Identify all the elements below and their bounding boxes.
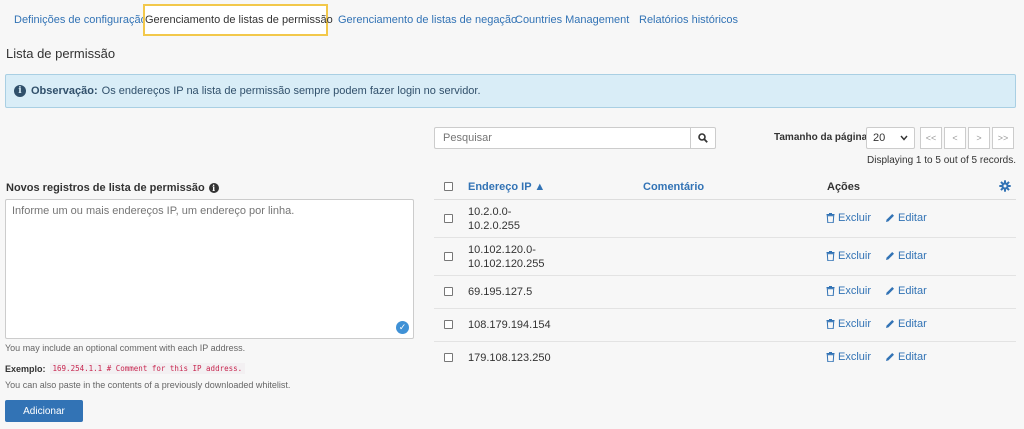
tab-allowlist-management[interactable]: Gerenciamento de listas de permissão: [143, 4, 333, 36]
notice-banner: i Observação: Os endereços IP na lista d…: [5, 74, 1016, 108]
trash-icon: [826, 213, 835, 223]
table-row: 108.179.194.154 Excluir Editar: [434, 309, 1016, 342]
tab-bar: Definições de configuração Gerenciamento…: [0, 0, 1024, 40]
tab-history-reports[interactable]: Relatórios históricos: [639, 4, 738, 36]
trash-icon: [826, 286, 835, 296]
check-circle-icon: ✓: [396, 321, 409, 334]
notice-label: Observação:: [31, 85, 98, 97]
delete-label: Excluir: [838, 351, 872, 363]
column-actions: Ações: [827, 181, 861, 193]
row-checkbox[interactable]: [444, 287, 453, 296]
new-entries-label: Novos registros de lista de permissão i: [6, 182, 219, 194]
ip-address-cell: 108.179.194.154: [468, 318, 551, 332]
edit-button[interactable]: Editar: [885, 351, 927, 363]
delete-button[interactable]: Excluir: [826, 318, 871, 330]
pager-next-button[interactable]: >: [968, 127, 990, 149]
ip-entries-textarea[interactable]: [5, 199, 414, 339]
ip-address-cell: 179.108.123.250: [468, 351, 551, 365]
edit-button[interactable]: Editar: [885, 318, 927, 330]
notice-text: Os endereços IP na lista de permissão se…: [101, 85, 481, 97]
pager-prev-button[interactable]: <: [944, 127, 966, 149]
ip-address-cell: 10.2.0.0- 10.2.0.255: [468, 205, 520, 233]
pager-first-button[interactable]: <<: [920, 127, 942, 149]
page-size-select[interactable]: 20: [866, 127, 915, 149]
delete-button[interactable]: Excluir: [826, 285, 871, 297]
gear-icon[interactable]: [999, 180, 1011, 192]
ip-line: 10.2.0.0-: [468, 206, 512, 218]
help-text-paste: You can also paste in the contents of a …: [5, 380, 291, 390]
records-count: Displaying 1 to 5 out of 5 records.: [867, 155, 1016, 166]
example-code: 169.254.1.1 # Comment for this IP addres…: [49, 363, 246, 374]
page-title: Lista de permissão: [6, 46, 116, 61]
tab-countries-management[interactable]: Countries Management: [515, 4, 629, 36]
chevron-down-icon: [900, 135, 908, 141]
example-label: Exemplo:: [5, 363, 46, 374]
row-checkbox[interactable]: [444, 214, 453, 223]
example-line: Exemplo: 169.254.1.1 # Comment for this …: [5, 363, 246, 374]
info-icon: i: [14, 85, 26, 97]
tab-denylist-management[interactable]: Gerenciamento de listas de negação: [338, 4, 517, 36]
table-row: 179.108.123.250 Excluir Editar: [434, 342, 1016, 375]
ip-line: 69.195.127.5: [468, 286, 533, 298]
new-entries-label-text: Novos registros de lista de permissão: [6, 182, 205, 194]
search-icon: [698, 133, 708, 143]
delete-label: Excluir: [838, 212, 872, 224]
pencil-icon: [886, 287, 894, 295]
delete-button[interactable]: Excluir: [826, 212, 871, 224]
delete-label: Excluir: [838, 318, 872, 330]
pencil-icon: [886, 214, 894, 222]
delete-label: Excluir: [838, 250, 872, 262]
edit-label: Editar: [898, 285, 927, 297]
help-text-comment: You may include an optional comment with…: [5, 343, 246, 353]
allowlist-table: Endereço IP ▲ Comentário Ações 10.2.0.0-…: [434, 172, 1016, 375]
edit-label: Editar: [898, 351, 927, 363]
row-checkbox[interactable]: [444, 320, 453, 329]
table-row: 10.2.0.0- 10.2.0.255 Excluir Editar: [434, 200, 1016, 238]
ip-line: 10.2.0.255: [468, 220, 520, 232]
table-row: 10.102.120.0- 10.102.120.255 Excluir Edi…: [434, 238, 1016, 276]
select-all-checkbox[interactable]: [444, 182, 453, 191]
edit-button[interactable]: Editar: [885, 285, 927, 297]
page-size-value: 20: [873, 132, 886, 144]
trash-icon: [826, 352, 835, 362]
search-input[interactable]: [434, 127, 690, 149]
ip-line: 10.102.120.255: [468, 258, 545, 270]
edit-label: Editar: [898, 212, 927, 224]
ip-line: 108.179.194.154: [468, 319, 551, 331]
row-checkbox[interactable]: [444, 353, 453, 362]
delete-button[interactable]: Excluir: [826, 351, 871, 363]
page-size-label: Tamanho da página: [774, 132, 868, 143]
add-button[interactable]: Adicionar: [5, 400, 83, 422]
pager-last-button[interactable]: >>: [992, 127, 1014, 149]
trash-icon: [826, 319, 835, 329]
edit-button[interactable]: Editar: [885, 212, 927, 224]
column-comment[interactable]: Comentário: [643, 181, 704, 193]
table-row: 69.195.127.5 Excluir Editar: [434, 276, 1016, 309]
delete-label: Excluir: [838, 285, 872, 297]
ip-address-cell: 69.195.127.5: [468, 285, 532, 299]
table-header: Endereço IP ▲ Comentário Ações: [434, 172, 1016, 200]
pencil-icon: [886, 353, 894, 361]
ip-line: 179.108.123.250: [468, 352, 551, 364]
edit-label: Editar: [898, 250, 927, 262]
ip-address-cell: 10.102.120.0- 10.102.120.255: [468, 243, 544, 271]
tab-configuration-settings[interactable]: Definições de configuração: [14, 4, 147, 36]
edit-button[interactable]: Editar: [885, 250, 927, 262]
delete-button[interactable]: Excluir: [826, 250, 871, 262]
ip-line: 10.102.120.0-: [468, 244, 536, 256]
row-checkbox[interactable]: [444, 252, 453, 261]
trash-icon: [826, 251, 835, 261]
column-ip-address[interactable]: Endereço IP ▲: [468, 181, 545, 193]
pencil-icon: [886, 252, 894, 260]
info-icon[interactable]: i: [208, 183, 219, 193]
pencil-icon: [886, 320, 894, 328]
edit-label: Editar: [898, 318, 927, 330]
search-button[interactable]: [690, 127, 716, 149]
